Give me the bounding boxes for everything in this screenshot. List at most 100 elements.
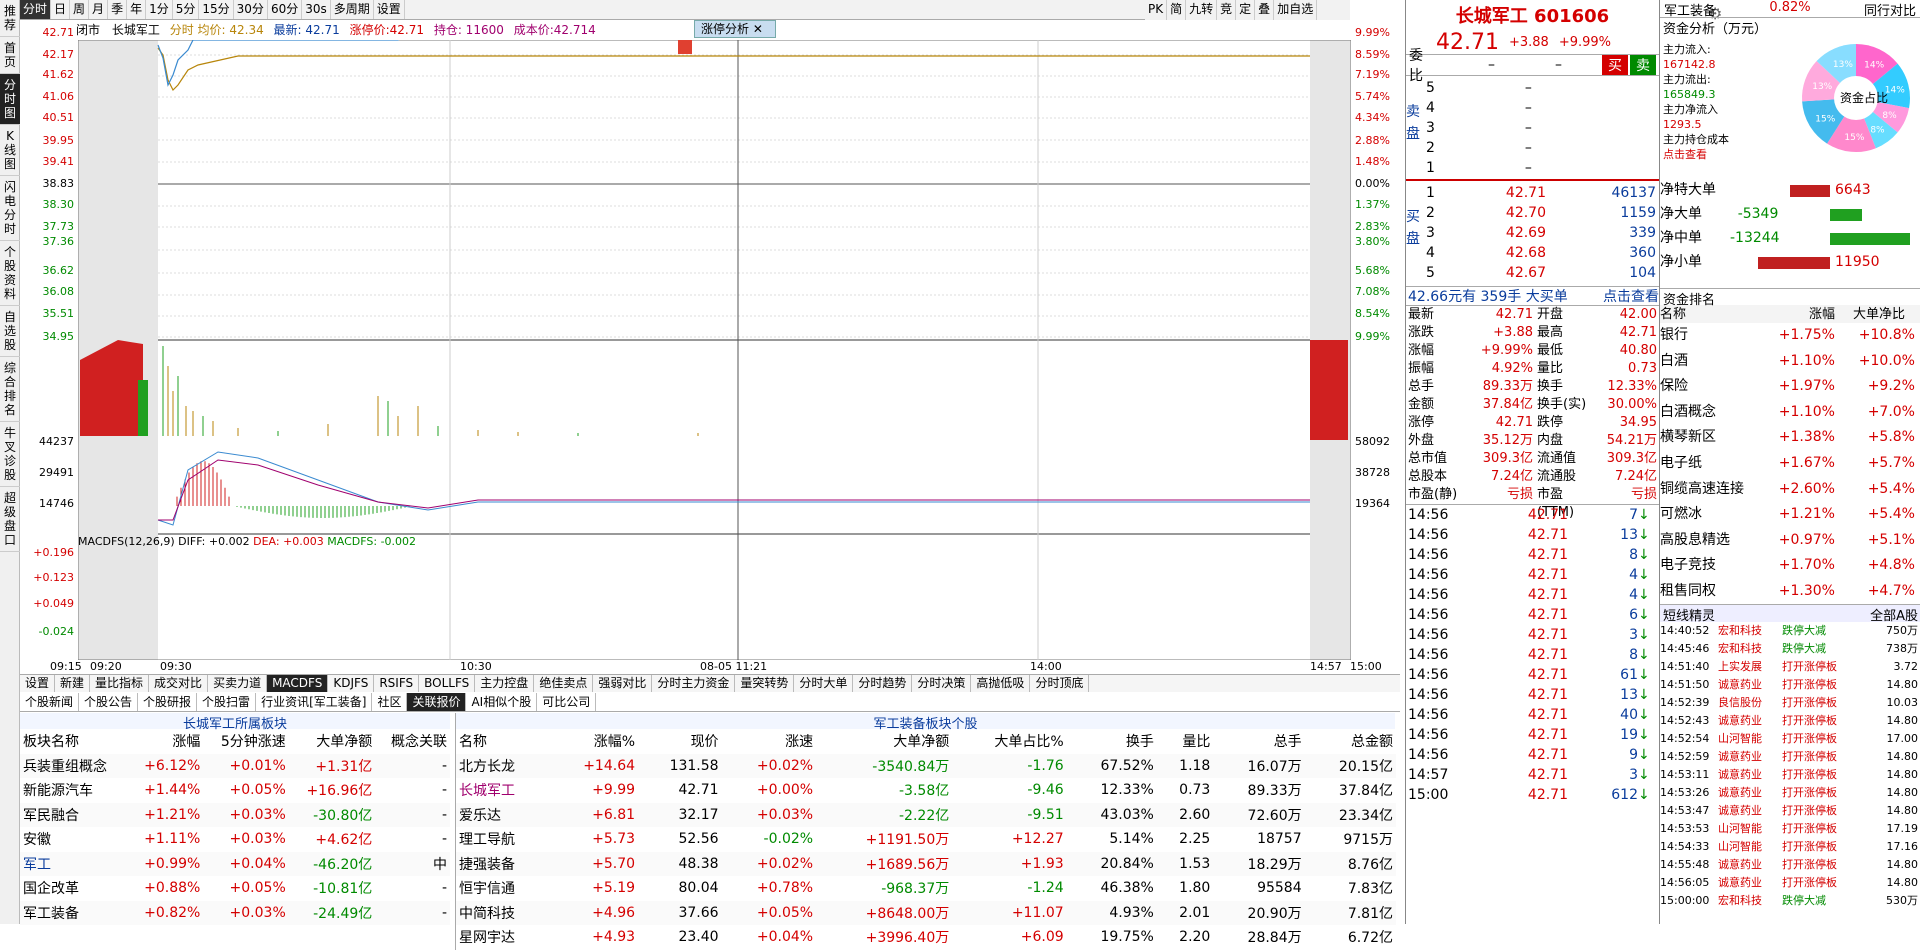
period-tab[interactable]: 年 <box>127 0 147 19</box>
indicator-tab[interactable]: 主力控盘 <box>475 675 535 692</box>
indicator-tab[interactable]: 分时主力资金 <box>652 675 736 692</box>
news-tab[interactable]: 个股公告 <box>79 693 139 711</box>
rank-column-header[interactable]: 名称 <box>1660 305 1765 323</box>
rank-row[interactable]: 保险 +1.97% +9.2% <box>1660 374 1920 400</box>
period-tab[interactable]: 30s <box>302 0 331 19</box>
period-tab[interactable]: 分时 <box>20 0 52 19</box>
column-header[interactable]: 总手 <box>1213 729 1304 754</box>
column-header[interactable]: 现价 <box>638 729 722 754</box>
side-tab[interactable]: 综合排名 <box>0 357 20 422</box>
toolbar-button[interactable]: PK <box>1145 0 1168 20</box>
indicator-tab[interactable]: BOLLFS <box>419 675 476 692</box>
close-icon[interactable]: ✕ <box>753 22 763 36</box>
rank-row[interactable]: 高股息精选 +0.97% +5.1% <box>1660 528 1920 554</box>
rank-row[interactable]: 可燃冰 +1.21% +5.4% <box>1660 502 1920 528</box>
short-row[interactable]: 14:45:46 宏和科技 跌停大减 738万 <box>1660 640 1920 658</box>
indicator-tab[interactable]: 分时顶底 <box>1030 675 1090 692</box>
short-row[interactable]: 14:52:59 诚意药业 打开涨停板 14.80 <box>1660 748 1920 766</box>
short-row[interactable]: 14:51:50 诚意药业 打开涨停板 14.80 <box>1660 676 1920 694</box>
news-tab[interactable]: 个股新闻 <box>20 693 80 711</box>
rank-row[interactable]: 租售同权 +1.30% +4.7% <box>1660 579 1920 605</box>
sell-level[interactable]: 2– <box>1426 138 1532 158</box>
buy-level[interactable]: 3 42.69 339 <box>1426 223 1656 243</box>
short-row[interactable]: 15:00:00 宏和科技 跌停大减 530万 <box>1660 892 1920 910</box>
news-tab[interactable]: 可比公司 <box>537 693 597 711</box>
short-row[interactable]: 14:53:11 诚意药业 打开涨停板 14.80 <box>1660 766 1920 784</box>
sell-level[interactable]: 3– <box>1426 118 1532 138</box>
rank-row[interactable]: 银行 +1.75% +10.8% <box>1660 323 1920 349</box>
table-row[interactable]: 理工导航 +5.73 52.56 -0.02% +1191.50万 +12.27 5.14%… <box>456 827 1396 852</box>
indicator-tab[interactable]: 量比指标 <box>90 675 150 692</box>
buy-button[interactable]: 买 <box>1602 55 1628 75</box>
indicator-tab[interactable]: 分时趋势 <box>853 675 913 692</box>
short-row[interactable]: 14:53:53 山河智能 打开涨停板 17.19 <box>1660 820 1920 838</box>
rank-row[interactable]: 电子竞技 +1.70% +4.8% <box>1660 553 1920 579</box>
short-row[interactable]: 14:52:39 良信股份 打开涨停板 10.03 <box>1660 694 1920 712</box>
column-header[interactable]: 大单占比% <box>952 729 1066 754</box>
period-tab[interactable]: 30分 <box>234 0 268 19</box>
side-tab[interactable]: 闪电分时 <box>0 176 20 241</box>
column-header[interactable]: 量比 <box>1157 729 1213 754</box>
column-header[interactable]: 概念关联 <box>375 729 450 754</box>
short-row[interactable]: 14:54:33 山河智能 打开涨停板 17.16 <box>1660 838 1920 856</box>
indicator-tab[interactable]: 绝佳卖点 <box>534 675 594 692</box>
peer-compare[interactable]: 同行对比 <box>1864 0 1916 19</box>
rank-row[interactable]: 电子纸 +1.67% +5.7% <box>1660 451 1920 477</box>
indicator-tab[interactable]: 新建 <box>55 675 91 692</box>
table-row[interactable]: 捷强装备 +5.70 48.38 +0.02% +1689.56万 +1.93 20.84%… <box>456 851 1396 876</box>
table-row[interactable]: 国企改革 +0.88% +0.05% -10.81亿 - <box>20 876 450 901</box>
period-tab[interactable]: 多周期 <box>331 0 374 19</box>
check-link[interactable]: 点击查看 <box>1603 287 1659 305</box>
intraday-chart[interactable] <box>78 40 1351 660</box>
rank-row[interactable]: 白酒概念 +1.10% +7.0% <box>1660 400 1920 426</box>
sell-button[interactable]: 卖 <box>1630 55 1656 75</box>
indicator-tab[interactable]: 买卖力道 <box>208 675 268 692</box>
column-header[interactable]: 大单净额 <box>289 729 376 754</box>
period-tab[interactable]: 周 <box>70 0 90 19</box>
table-row[interactable]: 爱乐达 +6.81 32.17 +0.03% -2.22亿 -9.51 43.03% 2.60… <box>456 802 1396 827</box>
rank-row[interactable]: 横琴新区 +1.38% +5.8% <box>1660 425 1920 451</box>
news-tab[interactable]: 个股扫雷 <box>197 693 257 711</box>
short-filter[interactable]: 全部A股 <box>1870 605 1918 624</box>
toolbar-button[interactable]: 竞 <box>1217 0 1237 20</box>
side-tab[interactable]: 牛叉诊股 <box>0 422 20 487</box>
short-row[interactable]: 14:56:05 诚意药业 打开涨停板 14.80 <box>1660 874 1920 892</box>
sell-level[interactable]: 1– <box>1426 158 1532 178</box>
short-row[interactable]: 14:55:48 诚意药业 打开涨停板 14.80 <box>1660 856 1920 874</box>
table-row[interactable]: 新能源汽车 +1.44% +0.05% +16.96亿 - <box>20 778 450 803</box>
news-tab[interactable]: 社区 <box>372 693 408 711</box>
sell-level[interactable]: 4– <box>1426 98 1532 118</box>
short-row[interactable]: 14:52:43 诚意药业 打开涨停板 14.80 <box>1660 712 1920 730</box>
period-tab[interactable]: 15分 <box>199 0 234 19</box>
indicator-tab[interactable]: 强弱对比 <box>593 675 653 692</box>
indicator-tab[interactable]: MACDFS <box>267 675 329 692</box>
table-row[interactable]: 军工装备 +0.82% +0.03% -24.49亿 - <box>20 900 450 925</box>
buy-level[interactable]: 5 42.67 104 <box>1426 263 1656 283</box>
side-tab[interactable]: 个股资料 <box>0 241 20 306</box>
rank-column-header[interactable]: 涨幅 <box>1765 305 1835 323</box>
column-header[interactable]: 板块名称 <box>20 729 128 754</box>
rank-row[interactable]: 铜缆高速连接 +2.60% +5.4% <box>1660 477 1920 503</box>
click-link[interactable]: 点击查看 <box>1663 147 1729 162</box>
indicator-tab[interactable]: KDJFS <box>328 675 375 692</box>
column-header[interactable]: 总金额 <box>1305 729 1396 754</box>
indicator-tab[interactable]: 分时大单 <box>794 675 854 692</box>
indicator-tab[interactable]: 分时决策 <box>912 675 972 692</box>
table-row[interactable]: 军工 +0.99% +0.04% -46.20亿 中 <box>20 851 450 876</box>
toolbar-button[interactable]: 简 <box>1167 0 1187 20</box>
news-tab[interactable]: 关联报价 <box>407 693 467 711</box>
table-row[interactable]: 军民融合 +1.21% +0.03% -30.80亿 - <box>20 802 450 827</box>
toolbar-button[interactable]: 加自选 <box>1274 0 1318 20</box>
toolbar-button[interactable]: 定 <box>1236 0 1256 20</box>
period-tab[interactable]: 5分 <box>173 0 200 19</box>
period-tab[interactable]: 1分 <box>146 0 173 19</box>
toolbar-button[interactable]: 叠 <box>1255 0 1275 20</box>
short-row[interactable]: 14:52:54 山河智能 打开涨停板 17.00 <box>1660 730 1920 748</box>
side-tab[interactable]: K线图 <box>0 125 20 176</box>
side-tab[interactable]: 超级盘口 <box>0 487 20 552</box>
table-row[interactable]: 恒宇信通 +5.19 80.04 +0.78% -968.37万 -1.24 46.38% 1… <box>456 876 1396 901</box>
toolbar-button[interactable]: 九转 <box>1186 0 1218 20</box>
table-row[interactable]: 安徽 +1.11% +0.03% +4.62亿 - <box>20 827 450 852</box>
table-row[interactable]: 星网宇达 +4.93 23.40 +0.04% +3996.40万 +6.09 19.75%… <box>456 925 1396 950</box>
table-row[interactable]: 兵装重组概念 +6.12% +0.01% +1.31亿 - <box>20 753 450 778</box>
